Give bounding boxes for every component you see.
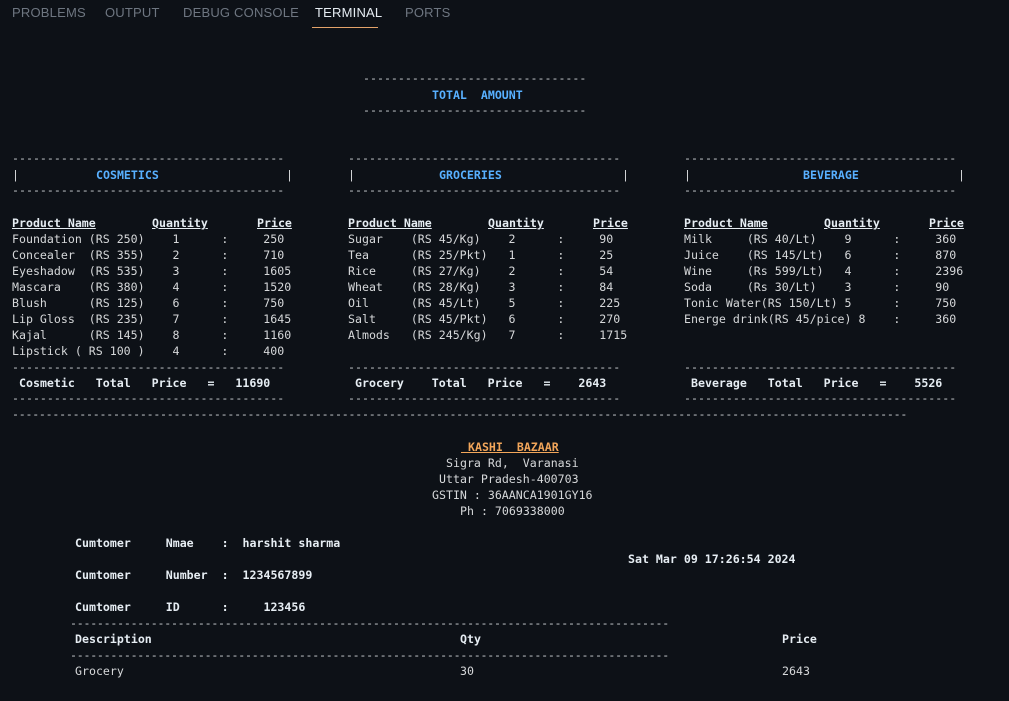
table-row: Tonic Water(RS 150/Lt) 5 : 750 xyxy=(684,296,957,310)
col-qty: Qty xyxy=(460,632,481,646)
pipe: | xyxy=(12,168,19,182)
shop-gstin: GSTIN : 36AANCA1901GY16 xyxy=(432,488,593,502)
shop-phone: Ph : 7069338000 xyxy=(460,504,565,518)
row-description: Grocery xyxy=(75,664,124,678)
col-quantity: Quantity xyxy=(824,216,880,230)
section-title: BEVERAGE xyxy=(803,168,859,182)
total-amount-title: TOTAL AMOUNT xyxy=(432,88,523,102)
shop-address-line1: Sigra Rd, Varanasi xyxy=(446,456,579,470)
pipe: | xyxy=(348,168,355,182)
customer-id: Cumtomer ID : 123456 xyxy=(75,600,306,614)
col-price: Price xyxy=(593,216,628,230)
panel-tab-bar: PROBLEMS OUTPUT DEBUG CONSOLE TERMINAL P… xyxy=(0,0,1009,30)
divider: --------------------------------------- xyxy=(684,151,957,165)
table-row: Salt (RS 45/Pkt) 6 : 270 xyxy=(348,312,621,326)
col-quantity: Quantity xyxy=(488,216,544,230)
divider: ----------------------------------------… xyxy=(70,616,669,630)
pipe: | xyxy=(684,168,691,182)
table-row: Milk (RS 40/Lt) 9 : 360 xyxy=(684,232,957,246)
divider: --------------------------------------- xyxy=(348,391,621,405)
tab-ports[interactable]: PORTS xyxy=(405,5,451,20)
tab-terminal[interactable]: TERMINAL xyxy=(315,5,382,20)
grocery-total: Grocery Total Price = 2643 xyxy=(355,376,607,390)
divider: --------------------------------------- xyxy=(684,391,957,405)
divider: --------------------------------------- xyxy=(12,151,285,165)
row-price: 2643 xyxy=(782,664,810,678)
pipe: | xyxy=(958,168,965,182)
beverage-total: Beverage Total Price = 5526 xyxy=(691,376,943,390)
col-description: Description xyxy=(75,632,152,646)
table-row: Juice (RS 145/Lt) 6 : 870 xyxy=(684,248,957,262)
header-divider-bottom: -------------------------------- xyxy=(363,103,587,117)
divider: --------------------------------------- xyxy=(12,391,285,405)
table-row: Eyeshadow (RS 535) 3 : 1605 xyxy=(12,264,292,278)
table-row: Soda (Rs 30/Lt) 3 : 90 xyxy=(684,280,950,294)
divider: --------------------------------------- xyxy=(12,360,285,374)
tab-debug-console[interactable]: DEBUG CONSOLE xyxy=(183,5,299,20)
table-row: Energe drink(RS 45/pice) 8 : 360 xyxy=(684,312,957,326)
table-row: Oil (RS 45/Lt) 5 : 225 xyxy=(348,296,621,310)
bill-datetime: Sat Mar 09 17:26:54 2024 xyxy=(628,552,796,566)
header-divider-top: -------------------------------- xyxy=(363,71,587,85)
col-price: Price xyxy=(782,632,817,646)
col-price: Price xyxy=(929,216,964,230)
divider: ----------------------------------------… xyxy=(70,648,669,662)
table-row: Tea (RS 25/Pkt) 1 : 25 xyxy=(348,248,614,262)
col-product-name: Product Name xyxy=(348,216,432,230)
table-row: Sugar (RS 45/Kg) 2 : 90 xyxy=(348,232,614,246)
col-price: Price xyxy=(257,216,292,230)
section-title: COSMETICS xyxy=(96,168,159,182)
wide-divider: ----------------------------------------… xyxy=(12,407,908,421)
col-quantity: Quantity xyxy=(152,216,208,230)
active-tab-indicator xyxy=(312,27,378,28)
tab-problems[interactable]: PROBLEMS xyxy=(12,5,86,20)
section-title: GROCERIES xyxy=(439,168,502,182)
col-product-name: Product Name xyxy=(12,216,96,230)
table-row: Concealer (RS 355) 2 : 710 xyxy=(12,248,285,262)
divider: --------------------------------------- xyxy=(348,360,621,374)
table-row: Rice (RS 27/Kg) 2 : 54 xyxy=(348,264,614,278)
table-row: Wine (Rs 599/Lt) 4 : 2396 xyxy=(684,264,964,278)
divider: --------------------------------------- xyxy=(348,183,621,197)
divider: --------------------------------------- xyxy=(684,360,957,374)
table-row: Lip Gloss (RS 235) 7 : 1645 xyxy=(12,312,292,326)
table-row: Kajal (RS 145) 8 : 1160 xyxy=(12,328,292,342)
customer-name: Cumtomer Nmae : harshit sharma xyxy=(75,536,341,550)
cosmetic-total: Cosmetic Total Price = 11690 xyxy=(19,376,271,390)
col-product-name: Product Name xyxy=(684,216,768,230)
tab-output[interactable]: OUTPUT xyxy=(105,5,160,20)
table-row: Foundation (RS 250) 1 : 250 xyxy=(12,232,285,246)
shop-address-line2: Uttar Pradesh-400703 xyxy=(439,472,579,486)
row-qty: 30 xyxy=(460,664,474,678)
divider: --------------------------------------- xyxy=(12,183,285,197)
table-row: Almods (RS 245/Kg) 7 : 1715 xyxy=(348,328,628,342)
table-row: Blush (RS 125) 6 : 750 xyxy=(12,296,285,310)
pipe: | xyxy=(622,168,629,182)
table-row: Lipstick ( RS 100 ) 4 : 400 xyxy=(12,344,285,358)
divider: --------------------------------------- xyxy=(348,151,621,165)
pipe: | xyxy=(286,168,293,182)
table-row: Mascara (RS 380) 4 : 1520 xyxy=(12,280,292,294)
shop-name: KASHI BAZAAR xyxy=(461,440,559,454)
table-row: Wheat (RS 28/Kg) 3 : 84 xyxy=(348,280,614,294)
customer-number: Cumtomer Number : 1234567899 xyxy=(75,568,313,582)
divider: --------------------------------------- xyxy=(684,183,957,197)
